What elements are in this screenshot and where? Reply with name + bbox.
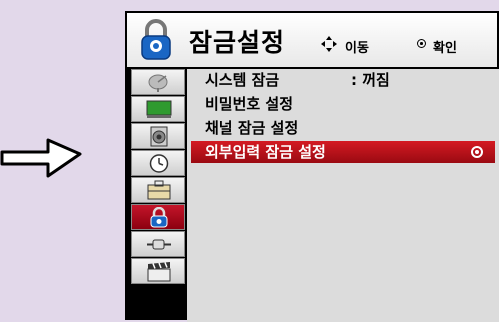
sidebar-item-picture[interactable] — [131, 96, 185, 122]
ok-button-icon — [417, 39, 426, 48]
menu-item-value: : 꺼짐 — [351, 71, 390, 89]
sidebar-item-option[interactable] — [131, 177, 185, 203]
menu-item-system-lock[interactable]: 시스템 잠금 : 꺼짐 — [191, 69, 495, 91]
cable-plug-icon — [147, 239, 171, 250]
menu-item-input-lock[interactable]: 외부입력 잠금 설정 — [191, 141, 495, 163]
pointer-arrow-icon — [0, 132, 84, 184]
hint-move-label: 이동 — [345, 41, 369, 56]
menu-item-label: 비밀번호 설정 — [205, 95, 294, 113]
page-title: 잠금설정 — [189, 28, 286, 57]
osd-header: 잠금설정 이동 확인 — [127, 13, 497, 67]
ok-radio-icon — [471, 146, 483, 158]
lock-settings-panel: 시스템 잠금 : 꺼짐 비밀번호 설정 채널 잠금 설정 외부입력 잠금 설정 — [187, 69, 499, 322]
tv-monitor-icon — [146, 100, 172, 118]
toolbox-icon — [147, 180, 171, 200]
category-sidebar — [131, 69, 185, 322]
menu-item-label: 시스템 잠금 — [205, 71, 280, 89]
osd-menu: 잠금설정 이동 확인 시스템 잠금: 꺼짐 비밀번호 설정 채널 잠금 설정 … — [125, 11, 499, 322]
sidebar-item-lock[interactable] — [131, 204, 185, 230]
menu-item-label: 채널 잠금 설정 — [205, 119, 299, 137]
move-arrows-icon — [320, 35, 338, 53]
speaker-icon — [150, 126, 168, 147]
clock-icon — [149, 154, 169, 173]
padlock-icon — [150, 207, 168, 228]
menu-item-label: 외부입력 잠금 설정 — [205, 143, 326, 161]
hint-ok-label: 확인 — [433, 41, 457, 56]
menu-item-password[interactable]: 비밀번호 설정 — [191, 93, 495, 115]
menu-item-channel-lock[interactable]: 채널 잠금 설정 — [191, 117, 495, 139]
padlock-icon — [139, 19, 173, 61]
sidebar-item-channel[interactable] — [131, 69, 185, 95]
sidebar-item-time[interactable] — [131, 150, 185, 176]
sidebar-item-input[interactable] — [131, 231, 185, 257]
satellite-dish-icon — [148, 74, 168, 92]
sidebar-item-sound[interactable] — [131, 123, 185, 149]
clapperboard-icon — [147, 262, 171, 282]
sidebar-item-media[interactable] — [131, 258, 185, 284]
